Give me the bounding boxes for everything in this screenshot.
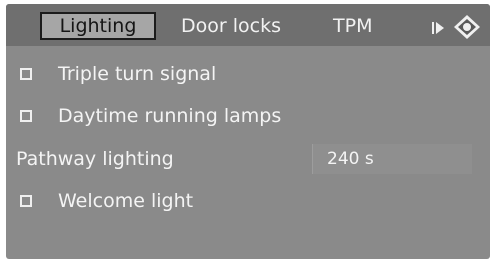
- tab-bar: Lighting Door locks TPM: [6, 4, 490, 46]
- tab-lighting[interactable]: Lighting: [40, 12, 156, 40]
- setting-label: Triple turn signal: [58, 63, 217, 85]
- setting-label: Pathway lighting: [16, 148, 174, 170]
- setting-label: Welcome light: [58, 190, 194, 212]
- joystick-icon[interactable]: [452, 13, 482, 41]
- display-screen: Lighting Door locks TPM Triple turn sign…: [6, 4, 490, 259]
- setting-row-pathway-lighting[interactable]: Pathway lighting 240 s: [6, 144, 490, 174]
- tab-tpm[interactable]: TPM: [333, 12, 372, 40]
- setting-label: Daytime running lamps: [58, 105, 282, 127]
- tab-door-locks[interactable]: Door locks: [181, 12, 281, 40]
- arrow-right-icon[interactable]: [432, 22, 444, 34]
- welcome-light-checkbox[interactable]: [20, 195, 32, 207]
- setting-row-triple-turn-signal[interactable]: Triple turn signal: [6, 59, 490, 89]
- setting-row-welcome-light[interactable]: Welcome light: [6, 186, 490, 216]
- setting-row-daytime-running-lamps[interactable]: Daytime running lamps: [6, 101, 490, 131]
- daytime-running-lamps-checkbox[interactable]: [20, 110, 32, 122]
- triple-turn-signal-checkbox[interactable]: [20, 68, 32, 80]
- pathway-lighting-value[interactable]: 240 s: [312, 144, 472, 174]
